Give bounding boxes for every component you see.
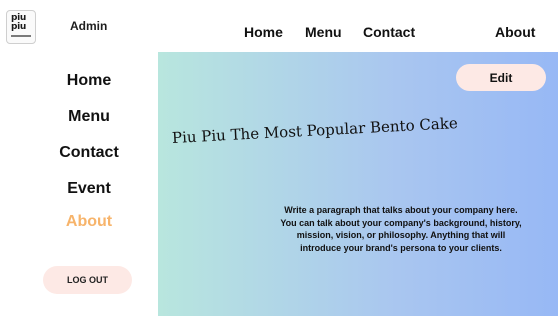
sidebar-item-about[interactable]: About [0,213,178,231]
hero-headline: Piu Piu The Most Popular Bento Cake [171,114,459,147]
brand-logo[interactable]: piu piu [6,10,36,44]
sidebar-item-contact[interactable]: Contact [0,144,178,162]
top-navigation: Home Menu Contact Event About [158,0,558,52]
nav-menu[interactable]: Menu [305,24,342,40]
sidebar-item-event[interactable]: Event [0,180,178,198]
nav-event[interactable]: Event [437,24,475,40]
hero-section: Edit Piu Piu The Most Popular Bento Cake… [158,52,558,316]
sidebar: piu piu Admin Home Menu Contact Event Ab… [0,0,158,316]
nav-home[interactable]: Home [244,24,283,40]
about-paragraph: Write a paragraph that talks about your … [280,205,522,253]
sidebar-item-home[interactable]: Home [0,72,178,90]
logo-text-line2: piu [11,22,27,32]
sidebar-item-menu[interactable]: Menu [0,108,178,126]
logo-underline [11,35,31,37]
nav-contact[interactable]: Contact [363,24,415,40]
admin-label: Admin [70,19,108,33]
edit-button[interactable]: Edit [456,64,546,91]
nav-about[interactable]: About [495,24,535,40]
logout-button[interactable]: LOG OUT [43,266,132,294]
